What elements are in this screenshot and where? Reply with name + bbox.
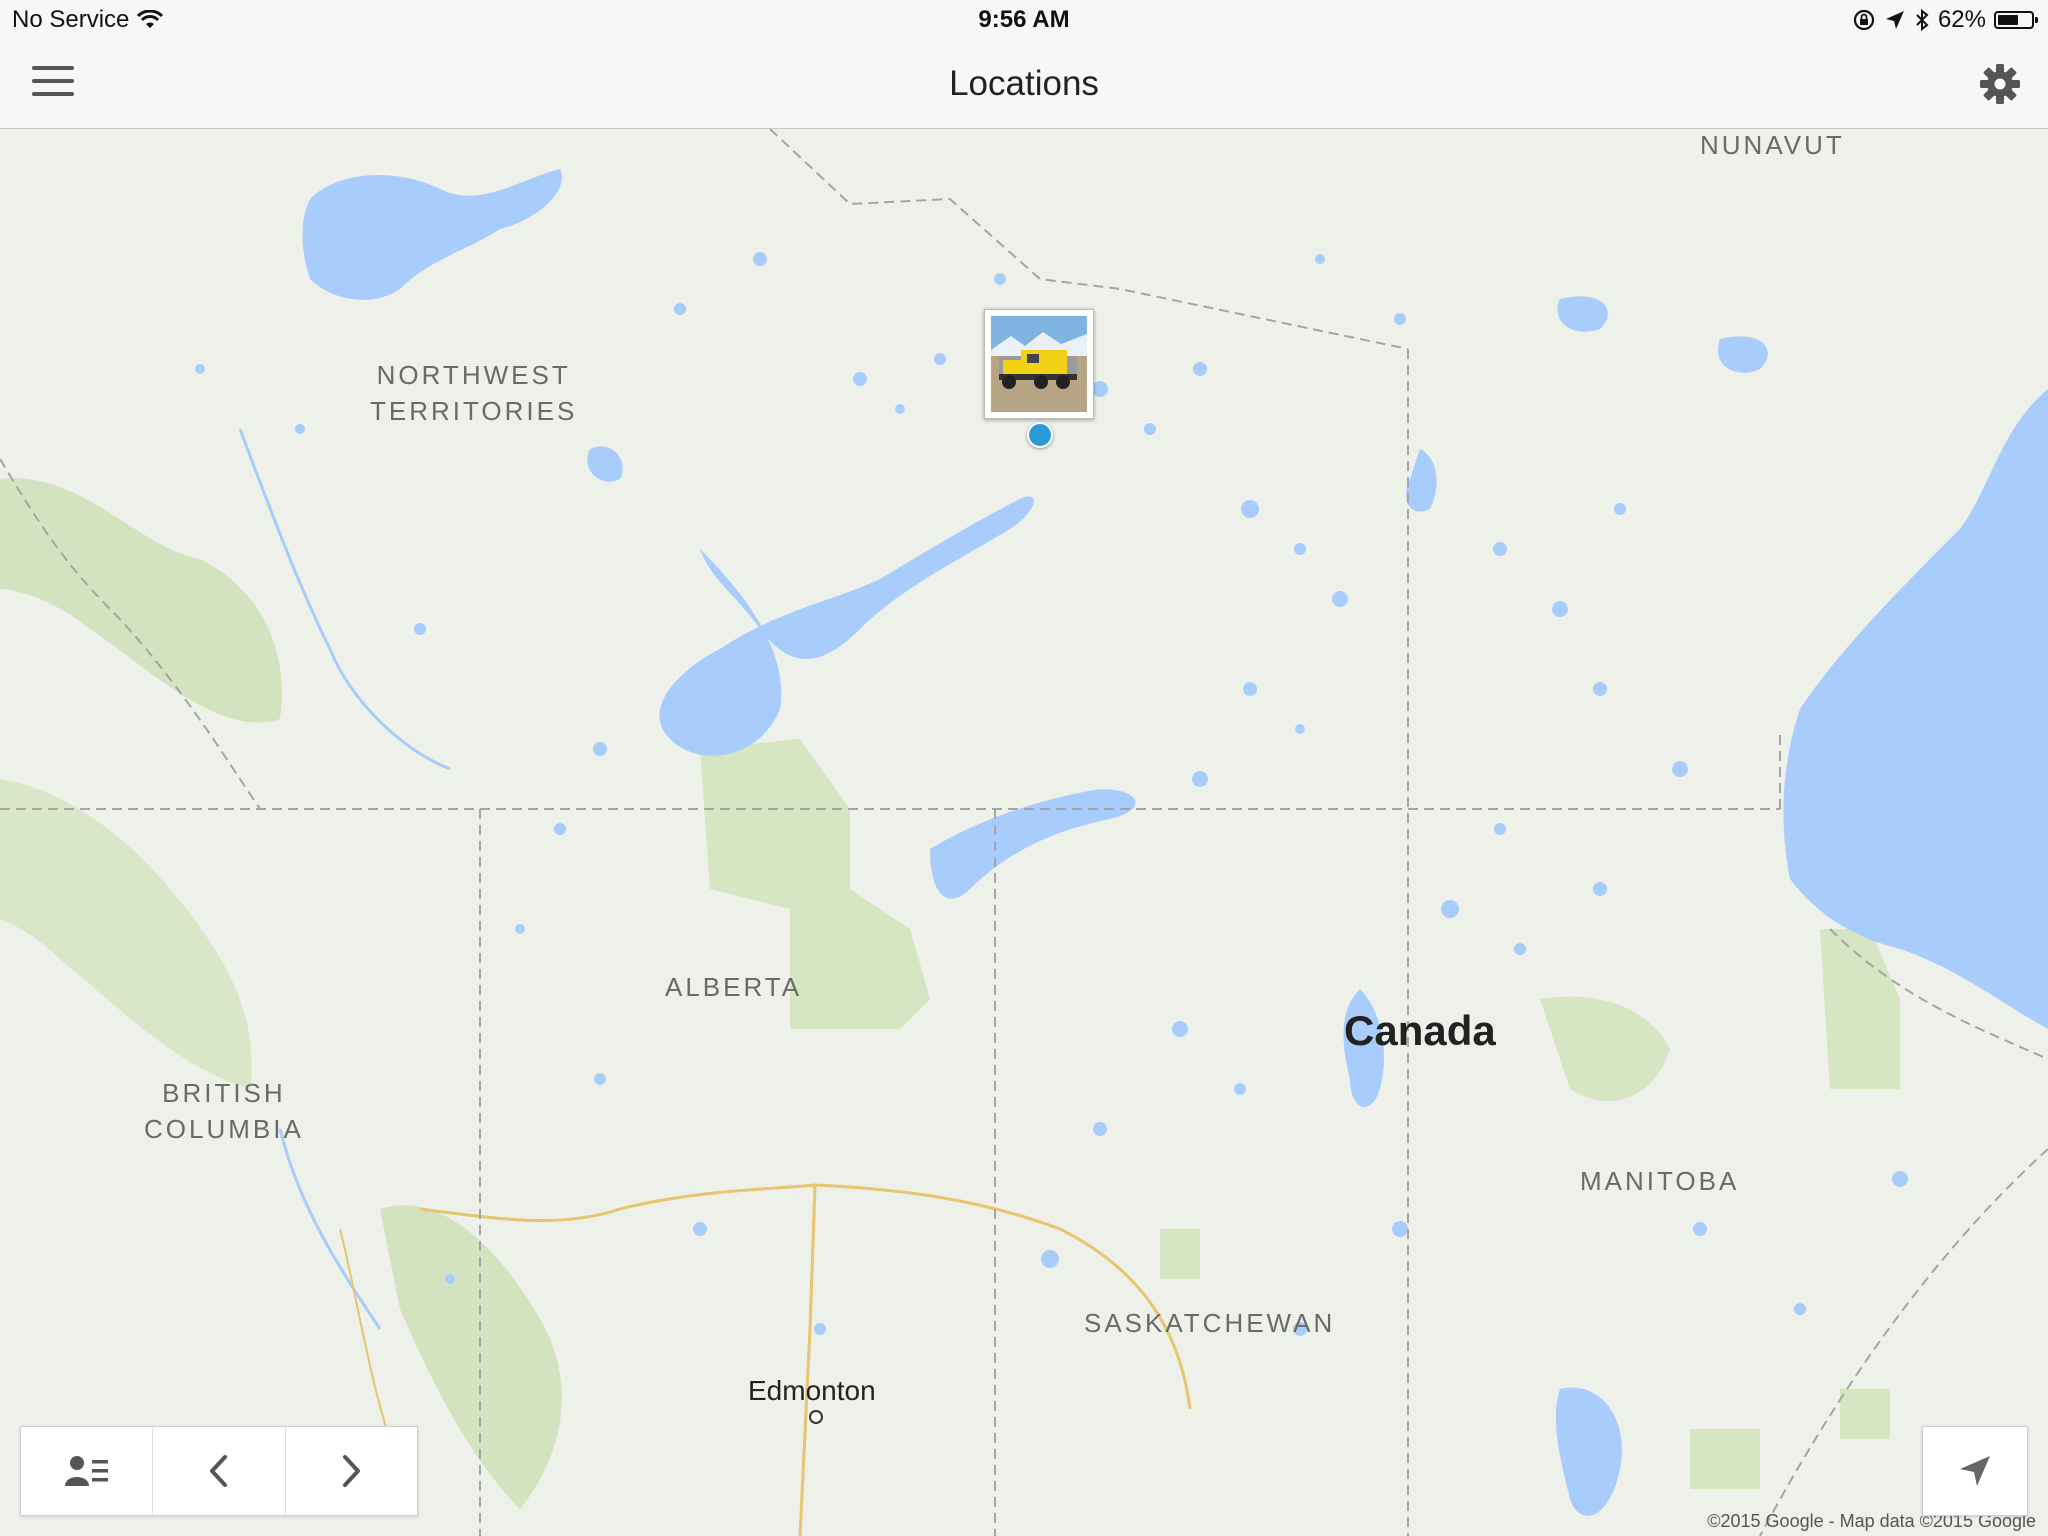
region-label-saskatchewan: SASKATCHEWAN bbox=[1084, 1308, 1336, 1338]
map-view[interactable]: NUNAVUT NORTHWEST TERRITORIES ALBERTA BR… bbox=[0, 129, 2048, 1536]
status-time: 9:56 AM bbox=[978, 6, 1070, 33]
my-location-button[interactable] bbox=[1922, 1426, 2028, 1516]
country-label: Canada bbox=[1344, 1007, 1496, 1054]
location-photo-pin[interactable] bbox=[984, 309, 1094, 419]
location-arrow-icon bbox=[1885, 11, 1904, 29]
navigation-bar: Locations bbox=[0, 40, 2048, 129]
gear-icon[interactable] bbox=[1976, 60, 2024, 108]
bluetooth-icon bbox=[1916, 8, 1929, 32]
contact-list-icon bbox=[64, 1456, 108, 1486]
next-button[interactable] bbox=[286, 1427, 417, 1515]
previous-button[interactable] bbox=[153, 1427, 286, 1515]
battery-percent: 62% bbox=[1937, 6, 1986, 33]
city-label-edmonton: Edmonton bbox=[748, 1375, 876, 1406]
chevron-left-icon bbox=[209, 1455, 227, 1487]
chevron-right-icon bbox=[343, 1455, 361, 1487]
region-label-line-1: BRITISH bbox=[162, 1078, 286, 1108]
page-title: Locations bbox=[949, 64, 1099, 103]
region-label-manitoba: MANITOBA bbox=[1580, 1166, 1740, 1196]
region-label-alberta: ALBERTA bbox=[665, 972, 803, 1002]
region-label-northwest-territories: NORTHWEST TERRITORIES bbox=[370, 357, 577, 429]
location-pin-dot[interactable] bbox=[1027, 422, 1053, 448]
navigation-arrow-icon bbox=[1960, 1456, 1990, 1486]
region-label-british-columbia: BRITISH COLUMBIA bbox=[144, 1075, 304, 1147]
battery-icon bbox=[1994, 11, 2038, 29]
bottom-toolbar bbox=[20, 1426, 418, 1516]
truck-photo bbox=[991, 316, 1087, 412]
region-label-line-2: TERRITORIES bbox=[370, 396, 578, 426]
region-label-line-1: NORTHWEST bbox=[376, 360, 571, 390]
status-right: 62% bbox=[1852, 6, 2038, 34]
rotation-lock-icon bbox=[1853, 9, 1875, 31]
status-bar: No Service 9:56 AM 62% bbox=[0, 0, 2048, 40]
region-label-line-2: COLUMBIA bbox=[144, 1114, 304, 1144]
contact-list-button[interactable] bbox=[21, 1427, 154, 1515]
city-marker bbox=[809, 1410, 823, 1424]
region-label-nunavut: NUNAVUT bbox=[1700, 130, 1845, 160]
